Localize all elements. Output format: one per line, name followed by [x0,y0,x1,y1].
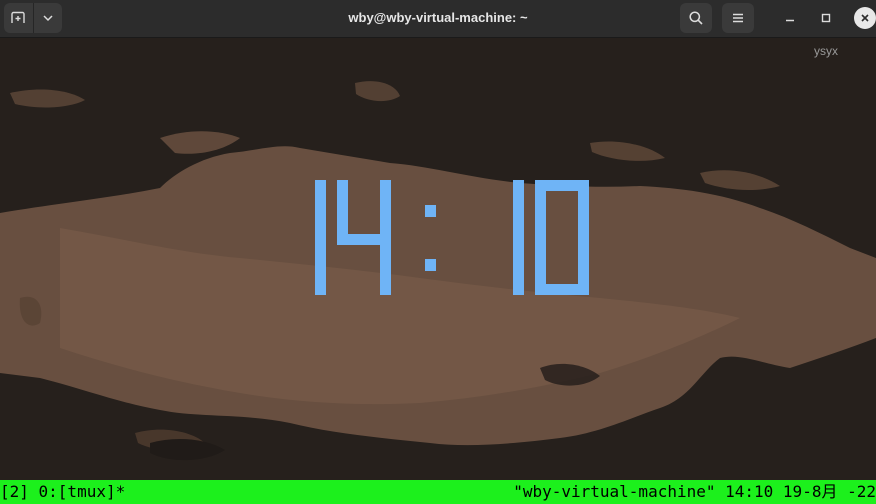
hamburger-menu-icon [733,13,743,23]
clock-digits [315,180,589,295]
tmux-status-bar: [2] 0:[tmux]* "wby-virtual-machine" 14:1… [0,480,876,504]
maximize-button[interactable] [815,7,837,29]
maximize-icon [821,13,831,23]
status-left-window-list[interactable]: [2] 0:[tmux]* [0,480,125,504]
clock-digit-1 [315,180,326,295]
terminal-area[interactable]: ysyx [0,38,876,480]
close-icon [861,14,869,22]
menu-button[interactable] [722,3,754,33]
search-button[interactable] [680,3,712,33]
status-right-host-time: "wby-virtual-machine" 14:10 19-8月 -22 [513,482,876,501]
tmux-clock [315,180,589,295]
close-button[interactable] [854,7,876,29]
clock-colon [425,205,436,271]
minimize-button[interactable] [779,7,801,29]
title-bar: wby@wby-virtual-machine: ~ [0,0,876,38]
clock-digit-1b [513,180,524,295]
clock-digit-0 [535,180,589,295]
search-icon [689,11,703,25]
minimize-icon [786,19,794,22]
clock-digit-4 [337,180,391,295]
